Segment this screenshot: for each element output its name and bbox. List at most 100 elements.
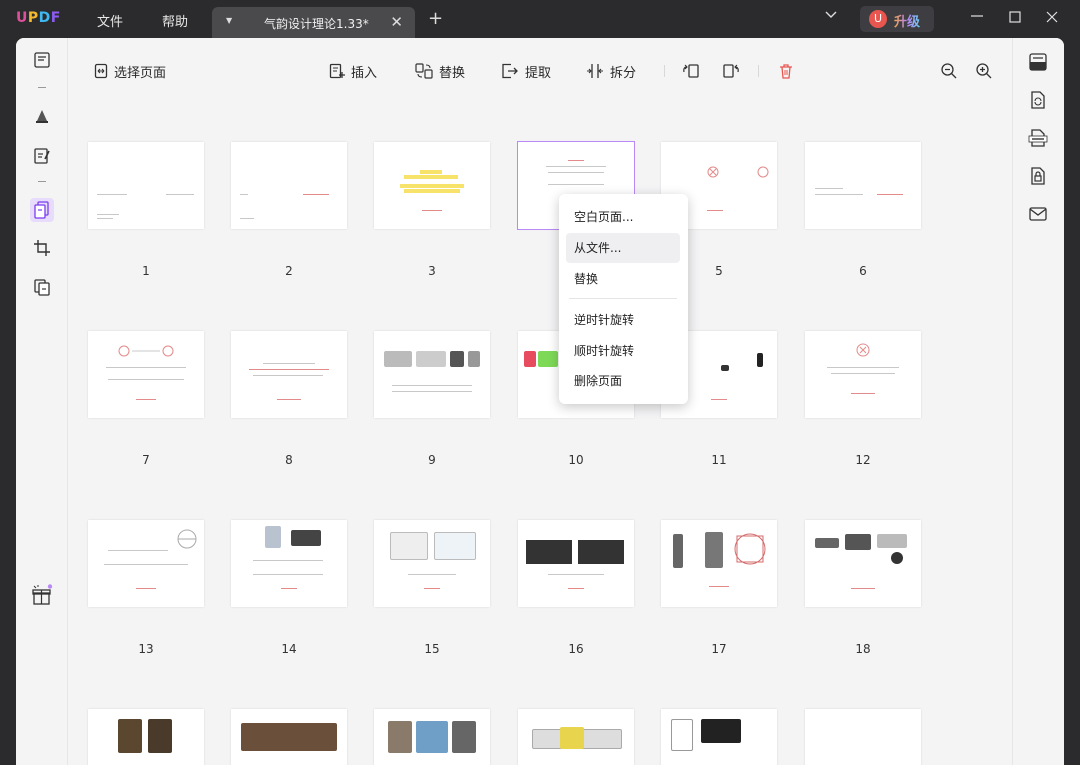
page-thumbnail[interactable] (374, 331, 490, 418)
page-number: 10 (568, 453, 584, 467)
page-thumbnail[interactable] (805, 331, 921, 418)
menu-help[interactable]: 帮助 (162, 11, 188, 30)
menu-file[interactable]: 文件 (97, 11, 123, 30)
page-thumbnail[interactable] (518, 709, 634, 765)
split-button[interactable]: 拆分 (586, 62, 637, 81)
new-tab-button[interactable]: + (428, 10, 443, 28)
page-number: 8 (285, 453, 293, 467)
page-thumbnail[interactable] (661, 709, 777, 765)
page-number: 15 (424, 642, 440, 656)
minimize-button[interactable] (970, 9, 984, 23)
page-thumbnail[interactable] (88, 331, 204, 418)
replace-label: 替换 (439, 65, 466, 81)
rotate-ccw-icon (683, 64, 699, 78)
delete-page-button[interactable] (778, 62, 794, 80)
convert-icon[interactable] (30, 275, 54, 299)
reader-icon[interactable] (30, 48, 54, 72)
crop-icon[interactable] (30, 236, 54, 260)
tab-dropdown-icon[interactable]: ▼ (226, 16, 236, 26)
title-bar: UPDF 文件 帮助 ▼ 气韵设计理论1.33* ✕ + U 升级 (0, 0, 1080, 38)
page-number: 9 (428, 453, 436, 467)
gift-icon[interactable] (30, 583, 54, 607)
zoom-out-button[interactable] (940, 62, 958, 80)
page-thumbnail[interactable] (88, 709, 204, 765)
page-number: 18 (855, 642, 871, 656)
tab-close-icon[interactable]: ✕ (390, 13, 403, 31)
page-thumbnail[interactable] (231, 709, 347, 765)
updf-logo: UPDF (16, 10, 61, 26)
rotate-cw-icon (723, 64, 739, 78)
protect-icon[interactable] (1027, 165, 1049, 187)
ocr-icon[interactable] (1027, 51, 1049, 73)
page-number: 7 (142, 453, 150, 467)
menu-rotate-ccw[interactable]: 逆时针旋转 (566, 305, 680, 335)
pdfa-icon[interactable] (1027, 127, 1049, 149)
upgrade-label: 升级 (894, 11, 920, 30)
menu-divider (569, 298, 677, 299)
page-thumbnail[interactable] (374, 709, 490, 765)
page-number: 1 (142, 264, 150, 278)
zoom-out-icon (941, 63, 957, 79)
user-avatar: U (869, 10, 887, 28)
convert-icon[interactable] (1027, 89, 1049, 111)
page-number: 11 (711, 453, 727, 467)
page-thumbnail[interactable] (805, 709, 921, 765)
page-number: 14 (281, 642, 297, 656)
rotate-cw-button[interactable] (722, 62, 740, 80)
edit-icon[interactable] (30, 144, 54, 168)
menu-blank-page[interactable]: 空白页面... (566, 202, 680, 232)
close-window-button[interactable] (1046, 11, 1058, 23)
insert-context-menu: 空白页面... 从文件... 替换 逆时针旋转 顺时针旋转 删除页面 (559, 194, 688, 404)
extract-icon (502, 63, 518, 79)
menu-delete-page[interactable]: 删除页面 (566, 366, 680, 396)
comment-icon[interactable] (30, 104, 54, 128)
page-thumbnail[interactable] (805, 142, 921, 229)
split-label: 拆分 (610, 65, 637, 81)
menu-rotate-cw[interactable]: 顺时针旋转 (566, 336, 680, 366)
page-thumbnail[interactable] (88, 520, 204, 607)
page-number: 12 (855, 453, 871, 467)
page-number: 6 (859, 264, 867, 278)
page-thumbnail[interactable] (805, 520, 921, 607)
page-thumbnail[interactable] (231, 331, 347, 418)
organize-pages-icon[interactable] (30, 198, 54, 222)
rotate-ccw-button[interactable] (682, 62, 700, 80)
replace-button[interactable]: 替换 (415, 62, 466, 81)
select-pages-label: 选择页面 (114, 65, 167, 81)
insert-button[interactable]: 插入 (329, 62, 378, 81)
menu-replace[interactable]: 替换 (566, 264, 680, 294)
split-icon (587, 64, 603, 78)
page-number: 13 (138, 642, 154, 656)
page-thumbnail[interactable] (231, 142, 347, 229)
page-number: 3 (428, 264, 436, 278)
chevron-down-icon[interactable] (825, 11, 837, 19)
insert-label: 插入 (351, 65, 378, 81)
page-thumbnail[interactable] (374, 520, 490, 607)
page-thumbnail[interactable] (88, 142, 204, 229)
select-pages-icon (94, 63, 108, 79)
extract-label: 提取 (525, 65, 552, 81)
upgrade-button[interactable]: U 升级 (860, 6, 934, 32)
page-organizer: 选择页面 插入 替换 提取 拆分 1 2 3 5 6 7 8 9 10 11 1… (68, 38, 1058, 765)
page-number: 17 (711, 642, 727, 656)
organize-toolbar: 选择页面 插入 替换 提取 拆分 (68, 38, 1012, 102)
page-thumbnail[interactable] (661, 520, 777, 607)
page-number: 16 (568, 642, 584, 656)
page-thumbnail-grid: 1 2 3 4 5 6 (68, 102, 1058, 765)
zoom-in-icon (976, 63, 992, 79)
insert-icon (329, 63, 345, 79)
share-email-icon[interactable] (1027, 203, 1049, 225)
zoom-in-button[interactable] (975, 62, 993, 80)
left-sidebar (16, 38, 68, 765)
page-thumbnail[interactable] (518, 520, 634, 607)
right-sidebar (1012, 38, 1064, 765)
page-thumbnail[interactable] (374, 142, 490, 229)
maximize-button[interactable] (1009, 11, 1021, 23)
extract-button[interactable]: 提取 (501, 62, 552, 81)
tab-title: 气韵设计理论1.33* (264, 17, 369, 31)
document-tab[interactable]: ▼ 气韵设计理论1.33* ✕ (212, 7, 415, 38)
menu-from-file[interactable]: 从文件... (566, 233, 680, 263)
page-thumbnail[interactable] (231, 520, 347, 607)
select-pages-button[interactable]: 选择页面 (94, 62, 167, 81)
replace-icon (415, 63, 433, 79)
